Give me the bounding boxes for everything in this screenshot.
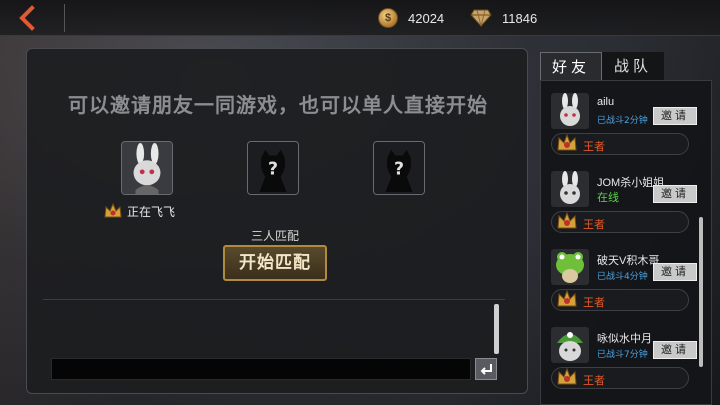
rank-name: 王者: [583, 374, 605, 387]
chevron-left-icon: [19, 5, 35, 31]
friend-status: 已战斗4分钟: [597, 272, 648, 282]
friend-status: 在线: [597, 191, 619, 204]
rank-name: 王者: [583, 140, 605, 153]
tab-team[interactable]: 战队: [602, 52, 664, 80]
chat-area: [43, 299, 505, 383]
unknown-player-icon: ?: [248, 142, 298, 194]
crown-rank-icon: [557, 367, 577, 385]
player-slot-1[interactable]: [121, 141, 173, 195]
tab-friends[interactable]: 好友: [540, 52, 602, 80]
friends-tabs: 好友 战队: [540, 52, 712, 80]
chat-input[interactable]: [51, 358, 471, 380]
gem-amount: 11846: [502, 10, 538, 26]
coin-icon: $: [378, 8, 398, 28]
avatar[interactable]: [551, 171, 589, 207]
list-item: 破天V积木哥 已战斗4分钟 邀请 王者: [551, 249, 697, 319]
friend-name: 破天V积木哥: [597, 255, 660, 267]
bunny-avatar-icon: [560, 171, 580, 204]
back-button[interactable]: [14, 4, 54, 32]
avatar[interactable]: [551, 327, 589, 363]
crown-rank-icon: [104, 202, 122, 218]
divider: [64, 4, 65, 32]
friend-list: ailu 已战斗2分钟 邀请 王者 JOM杀小姐姐 在线 邀请 王者 破天V积木…: [540, 80, 712, 405]
crown-rank-icon: [557, 289, 577, 307]
friend-name: ailu: [597, 96, 615, 108]
invite-hint-text: 可以邀请朋友一同游戏，也可以单人直接开始: [68, 93, 488, 117]
empty-slot-3[interactable]: ?: [373, 141, 425, 195]
invite-button[interactable]: 邀请: [653, 263, 697, 281]
avatar[interactable]: [551, 93, 589, 129]
bunny-avatar-icon: [560, 93, 580, 126]
list-item: JOM杀小姐姐 在线 邀请 王者: [551, 171, 697, 241]
crown-rank-icon: [557, 211, 577, 229]
coin-amount: 42024: [408, 10, 445, 26]
avatar[interactable]: [551, 249, 589, 285]
player-status-tag: 正在飞飞: [103, 201, 175, 221]
match-mode-label: 三人匹配: [250, 229, 299, 243]
invite-button[interactable]: 邀请: [653, 341, 697, 359]
rank-name: 王者: [583, 218, 605, 231]
list-item: 咏似水中月 已战斗7分钟 邀请 王者: [551, 327, 697, 397]
invite-button[interactable]: 邀请: [653, 185, 697, 203]
bunny-avatar-icon: [122, 142, 172, 194]
friend-status: 已战斗2分钟: [597, 116, 648, 126]
crown-rank-icon: [557, 133, 577, 151]
chat-scrollbar[interactable]: [494, 304, 499, 354]
diamond-icon: [470, 9, 492, 27]
player-status-text: 正在飞飞: [127, 204, 176, 219]
friend-name: 咏似水中月: [597, 333, 652, 345]
gem-counter: 11846: [470, 7, 537, 29]
list-item: ailu 已战斗2分钟 邀请 王者: [551, 93, 697, 163]
coin-counter: $ 42024: [378, 7, 444, 29]
empty-slot-2[interactable]: ?: [247, 141, 299, 195]
unknown-player-icon: ?: [374, 142, 424, 194]
friend-list-scrollbar[interactable]: [699, 217, 703, 367]
green-hat-avatar-icon: [557, 332, 583, 361]
send-button[interactable]: [475, 358, 497, 380]
top-bar: $ 42024 11846: [0, 0, 720, 36]
enter-icon: [480, 364, 492, 375]
lobby-panel: 可以邀请朋友一同游戏，也可以单人直接开始 正在飞飞 ? ? 三人匹配 开始匹配: [26, 48, 528, 394]
invite-button[interactable]: 邀请: [653, 107, 697, 125]
friends-panel: 好友 战队 ailu 已战斗2分钟 邀请 王者 JOM杀小姐姐 在线 邀请 王者…: [540, 52, 712, 405]
start-match-button[interactable]: 开始匹配: [223, 245, 327, 281]
rank-name: 王者: [583, 296, 605, 309]
question-mark: ?: [268, 160, 278, 180]
friend-status: 已战斗7分钟: [597, 350, 648, 360]
frog-avatar-icon: [556, 252, 584, 283]
question-mark: ?: [394, 160, 404, 180]
